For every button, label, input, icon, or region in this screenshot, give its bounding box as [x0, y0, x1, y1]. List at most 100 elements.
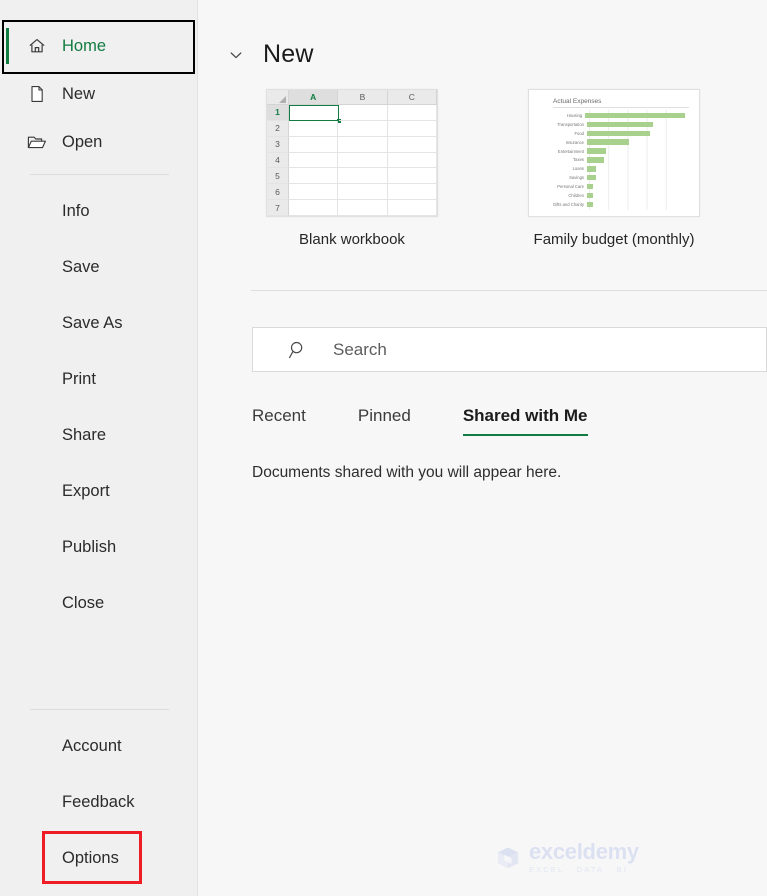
row-header: 2: [267, 121, 289, 137]
chart-bar-row: Loans: [537, 165, 685, 172]
search-box[interactable]: [252, 327, 767, 372]
row-header: 1: [267, 105, 289, 121]
chart-category-label: Housing: [537, 113, 585, 118]
grid-cell: [338, 121, 387, 137]
grid-row: 4: [267, 153, 437, 169]
grid-cell: [388, 121, 437, 137]
grid-cell: [289, 153, 338, 169]
section-divider: [251, 290, 767, 291]
sidebar-item-label: Export: [62, 482, 110, 501]
row-header: 4: [267, 153, 289, 169]
chart-category-label: Personal Care: [537, 184, 587, 189]
template-card-family-budget[interactable]: Actual Expenses Housing Transportation Foo…: [528, 89, 700, 248]
search-icon: [287, 339, 309, 361]
chart-plot-area: HousingTransportationFoodInsuranceEntert…: [537, 110, 689, 210]
sidebar-item-home[interactable]: Home: [0, 22, 197, 70]
chart-category-label: Entertainment: [537, 149, 587, 154]
chart-bar: [587, 175, 596, 181]
expenses-bar-chart: Actual Expenses Housing Transportation Foo…: [529, 90, 699, 216]
sidebar-item-new[interactable]: New: [0, 70, 197, 118]
grid-cell: [289, 168, 338, 184]
column-header-a: A: [289, 90, 338, 105]
family-budget-thumbnail[interactable]: Actual Expenses Housing Transportation Foo…: [528, 89, 700, 217]
row-header: 7: [267, 200, 289, 216]
grid-row: 5: [267, 168, 437, 184]
sidebar-bottom-group: Account Feedback Options: [0, 701, 197, 886]
sidebar-item-open[interactable]: Open: [0, 118, 197, 166]
search-input[interactable]: [333, 340, 766, 360]
tab-recent[interactable]: Recent: [252, 406, 306, 436]
sidebar-item-label: New: [62, 85, 95, 104]
grid-cell: [388, 200, 437, 216]
chart-bar: [587, 157, 604, 163]
sidebar-item-options[interactable]: Options: [0, 830, 197, 886]
backstage-main-pane: New A B C 1: [198, 0, 767, 896]
chart-bar: [587, 148, 606, 154]
sidebar-item-label: Print: [62, 370, 96, 389]
sidebar-item-label: Account: [62, 737, 122, 756]
backstage-sidebar: Home New Open Info Save Save As: [0, 0, 198, 896]
chart-category-label: Food: [537, 131, 587, 136]
row-header: 5: [267, 168, 289, 184]
chart-bar: [587, 202, 593, 208]
template-gallery: A B C 1 2: [226, 89, 767, 248]
grid-cell: [388, 184, 437, 200]
sidebar-item-close[interactable]: Close: [0, 575, 197, 631]
sidebar-item-account[interactable]: Account: [0, 718, 197, 774]
sidebar-item-label: Home: [62, 37, 106, 56]
sidebar-item-feedback[interactable]: Feedback: [0, 774, 197, 830]
sidebar-item-export[interactable]: Export: [0, 463, 197, 519]
chart-bar: [585, 113, 685, 119]
tab-pinned[interactable]: Pinned: [358, 406, 411, 436]
new-section-header: New: [226, 40, 767, 69]
sidebar-item-label: Open: [62, 133, 102, 152]
sidebar-item-share[interactable]: Share: [0, 407, 197, 463]
sidebar-item-label: Close: [62, 594, 104, 613]
tab-shared-with-me[interactable]: Shared with Me: [463, 406, 588, 436]
exceldemy-watermark: exceldemy EXCEL · DATA · BI: [495, 841, 639, 874]
sidebar-item-print[interactable]: Print: [0, 351, 197, 407]
sidebar-divider-bottom: [30, 709, 169, 710]
blank-workbook-thumbnail[interactable]: A B C 1 2: [266, 89, 438, 217]
chart-bar-row: Children: [537, 192, 685, 199]
grid-cell: [289, 137, 338, 153]
grid-row: 6: [267, 184, 437, 200]
chevron-down-icon[interactable]: [226, 45, 246, 65]
sidebar-item-label: Save: [62, 258, 100, 277]
grid-cell: [388, 137, 437, 153]
grid-cell: [388, 105, 437, 121]
chart-bar: [587, 166, 596, 172]
sidebar-item-label: Share: [62, 426, 106, 445]
chart-title: Actual Expenses: [553, 98, 689, 108]
chart-bar-row: Gifts and Charity: [537, 201, 685, 208]
chart-category-label: Savings: [537, 175, 587, 180]
sidebar-item-save[interactable]: Save: [0, 239, 197, 295]
sidebar-item-label: Info: [62, 202, 90, 221]
grid-cell: [338, 153, 387, 169]
grid-cell: [289, 200, 338, 216]
chart-category-label: Transportation: [537, 122, 587, 127]
home-icon: [26, 35, 48, 57]
chart-category-label: Gifts and Charity: [537, 202, 587, 207]
chart-category-label: Children: [537, 193, 587, 198]
sidebar-item-save-as[interactable]: Save As: [0, 295, 197, 351]
column-header-c: C: [388, 90, 437, 105]
selected-accent-bar: [6, 28, 9, 64]
chart-bar-row: Entertainment: [537, 148, 685, 155]
watermark-tagline: EXCEL · DATA · BI: [529, 865, 639, 874]
grid-cell: [338, 168, 387, 184]
grid-cell: [388, 153, 437, 169]
template-caption: Blank workbook: [266, 231, 438, 248]
chart-category-label: Taxes: [537, 157, 587, 162]
sidebar-item-info[interactable]: Info: [0, 183, 197, 239]
chart-bar: [587, 122, 653, 128]
grid-cell: [338, 200, 387, 216]
sidebar-divider-top: [30, 174, 169, 175]
template-card-blank-workbook[interactable]: A B C 1 2: [266, 89, 438, 248]
chart-bar-row: Personal Care: [537, 183, 685, 190]
grid-cell: [338, 137, 387, 153]
grid-row: 1: [267, 105, 437, 121]
empty-state-message: Documents shared with you will appear he…: [252, 464, 767, 482]
sidebar-item-label: Feedback: [62, 793, 134, 812]
sidebar-item-publish[interactable]: Publish: [0, 519, 197, 575]
